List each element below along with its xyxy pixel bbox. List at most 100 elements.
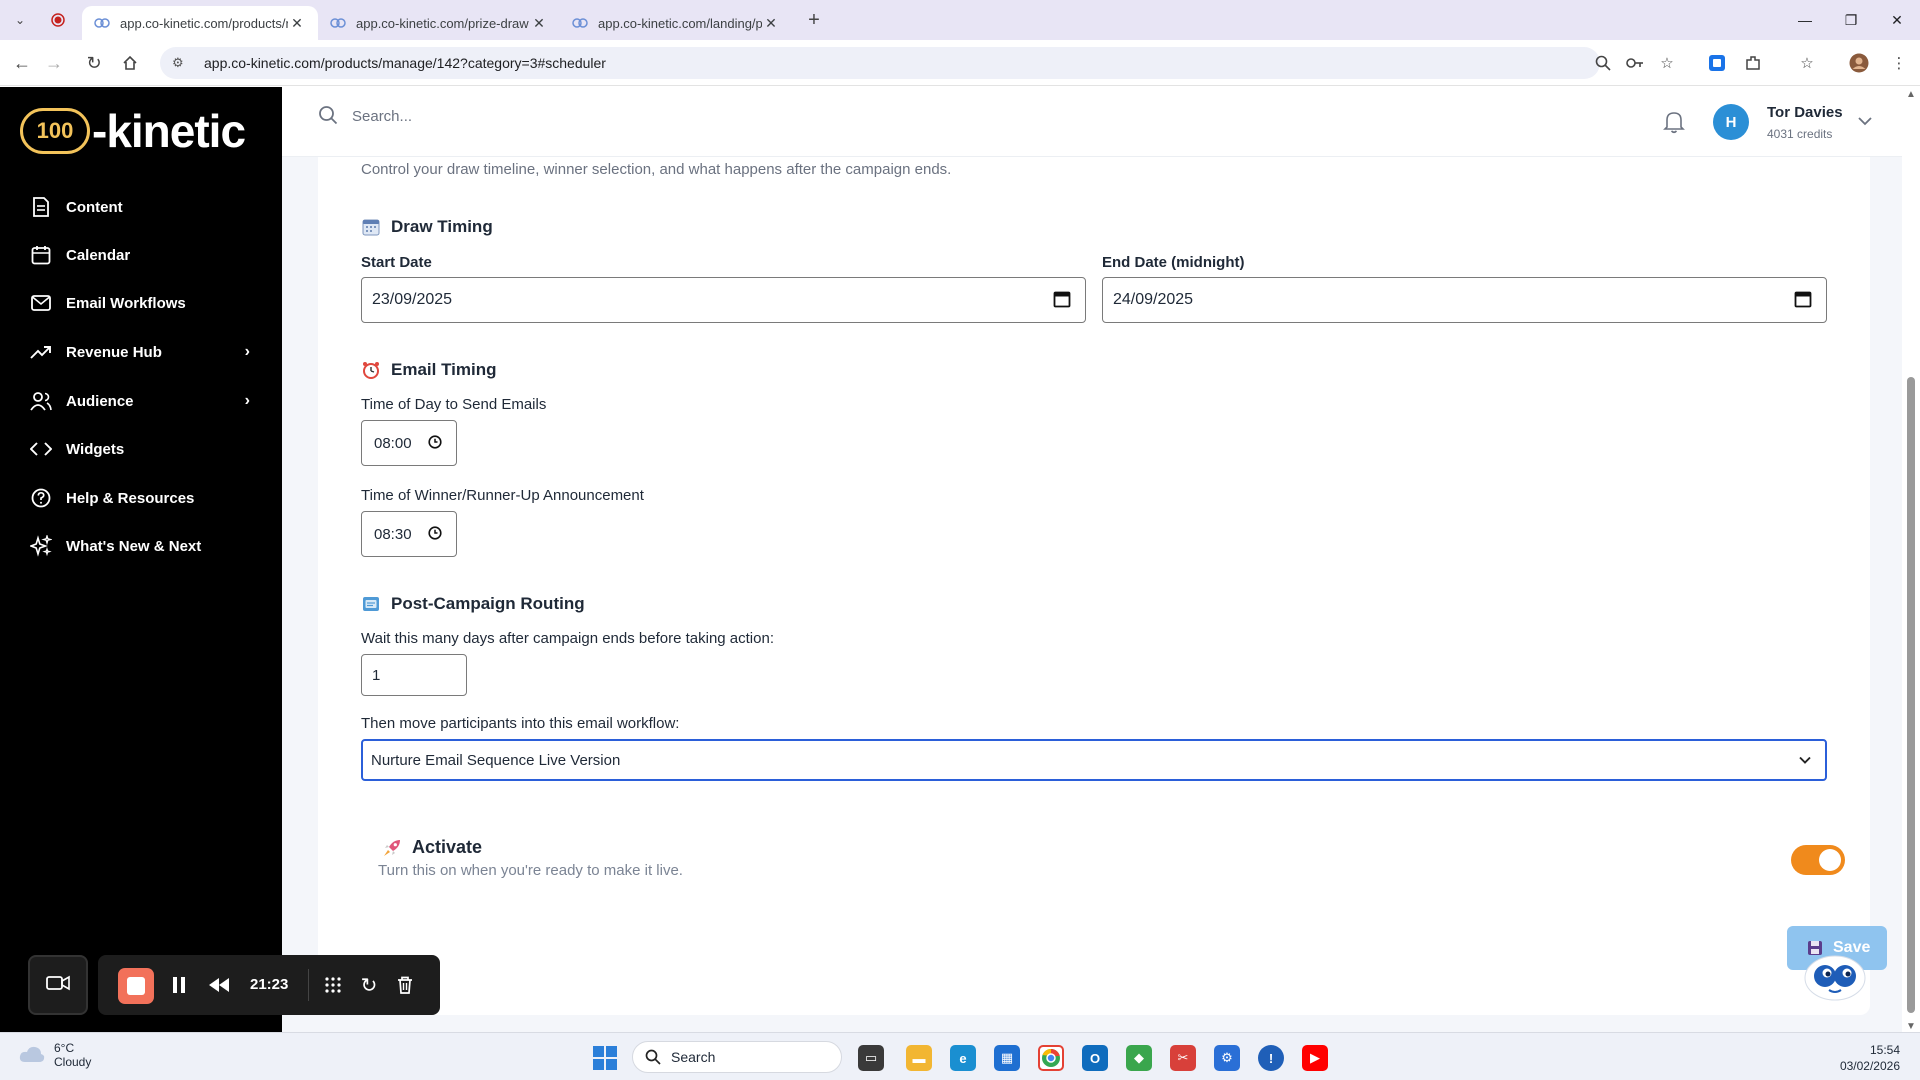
bookmark-star-icon[interactable]: ☆ <box>1656 52 1678 74</box>
scroll-thumb[interactable] <box>1907 377 1915 1013</box>
sidebar-item-widgets[interactable]: Widgets <box>30 433 250 465</box>
announcement-time-label: Time of Winner/Runner-Up Announcement <box>361 487 644 504</box>
scheduler-card: Control your draw timeline, winner selec… <box>318 157 1887 1015</box>
scheduler-intro: Control your draw timeline, winner selec… <box>361 161 952 178</box>
chrome-browser-icon[interactable] <box>1038 1045 1064 1071</box>
browser-tab-prize-draw[interactable]: app.co-kinetic.com/prize-draw ✕ <box>318 6 560 40</box>
search-input[interactable]: Search... <box>352 108 412 125</box>
rewind-icon[interactable] <box>206 972 232 998</box>
sidebar-item-calendar[interactable]: Calendar <box>30 239 250 271</box>
chat-app-icon[interactable]: ◆ <box>1126 1045 1152 1071</box>
close-tab-icon[interactable]: ✕ <box>530 15 548 32</box>
task-view-icon[interactable]: ▭ <box>858 1045 884 1071</box>
extensions-puzzle-icon[interactable] <box>1742 52 1764 74</box>
site-info-icon[interactable]: ⚙ <box>172 55 190 71</box>
clock-icon[interactable] <box>428 435 444 451</box>
end-date-value: 24/09/2025 <box>1113 291 1194 308</box>
start-date-label: Start Date <box>361 254 432 271</box>
cokinetic-favicon-icon <box>330 15 346 31</box>
clock-date: 03/02/2026 <box>1839 1059 1900 1073</box>
weather-widget[interactable]: 6°C Cloudy <box>18 1041 91 1069</box>
clock-icon[interactable] <box>428 526 444 542</box>
logo[interactable]: 100 -kinetic <box>20 105 246 157</box>
announcement-time-input[interactable]: 08:30 <box>361 511 457 557</box>
chevron-down-icon[interactable] <box>1856 112 1874 130</box>
scroll-up-arrow-icon[interactable]: ▲ <box>1906 89 1916 100</box>
taskbar-search[interactable]: Search <box>632 1041 842 1073</box>
workflow-select[interactable]: Nurture Email Sequence Live Version <box>361 739 1827 781</box>
outlook-icon[interactable]: O <box>1082 1045 1108 1071</box>
microsoft-store-icon[interactable]: ▦ <box>994 1045 1020 1071</box>
close-window-icon[interactable]: ✕ <box>1874 8 1920 32</box>
grid-dots-icon[interactable] <box>320 972 346 998</box>
settings-app-icon[interactable]: ⚙ <box>1214 1045 1240 1071</box>
page-scrollbar[interactable]: ▲ ▼ <box>1902 87 1920 1032</box>
forward-icon[interactable]: → <box>40 49 68 77</box>
back-icon[interactable]: ← <box>8 49 36 77</box>
tab-search-chevron-icon[interactable]: ⌄ <box>6 6 34 34</box>
extension-app-icon[interactable] <box>1706 52 1728 74</box>
youtube-icon[interactable]: ▶ <box>1302 1045 1328 1071</box>
password-key-icon[interactable] <box>1624 52 1646 74</box>
browser-tab-bar: ⌄ app.co-kinetic.com/products/m ✕ app.co… <box>0 0 1920 40</box>
activate-heading: Activate <box>382 837 482 858</box>
scroll-down-arrow-icon[interactable]: ▼ <box>1906 1021 1916 1032</box>
close-tab-icon[interactable]: ✕ <box>762 15 780 32</box>
sidebar: 100 -kinetic Content Calendar Email Work… <box>0 87 282 1032</box>
edge-browser-icon[interactable]: e <box>950 1045 976 1071</box>
stop-recording-button[interactable] <box>118 968 154 1004</box>
avatar[interactable]: H <box>1713 104 1749 140</box>
calendar-picker-icon[interactable] <box>1794 290 1814 310</box>
sidebar-item-label: Email Workflows <box>66 294 186 312</box>
search-box[interactable]: Search... <box>318 105 412 127</box>
reload-icon[interactable]: ↻ <box>80 49 108 77</box>
activate-toggle[interactable] <box>1791 845 1845 875</box>
windows-start-icon[interactable] <box>593 1046 617 1070</box>
send-time-input[interactable]: 08:00 <box>361 420 457 466</box>
clock-time: 15:54 <box>1869 1043 1900 1057</box>
sidebar-item-audience[interactable]: Audience › <box>30 385 250 417</box>
profile-avatar-icon[interactable] <box>1848 52 1870 74</box>
snipping-tool-icon[interactable]: ✂ <box>1170 1045 1196 1071</box>
password-manager-icon[interactable]: ! <box>1258 1045 1284 1071</box>
restart-icon[interactable]: ↻ <box>356 972 382 998</box>
browser-tab-products[interactable]: app.co-kinetic.com/products/m ✕ <box>82 6 318 40</box>
file-explorer-icon[interactable]: ▬ <box>906 1045 932 1071</box>
sidebar-item-email-workflows[interactable]: Email Workflows <box>30 287 250 319</box>
send-time-label: Time of Day to Send Emails <box>361 396 547 413</box>
section-title-text: Post-Campaign Routing <box>391 594 585 613</box>
sparkle-icon <box>30 535 52 557</box>
minimize-icon[interactable]: — <box>1782 8 1828 32</box>
sidebar-item-help-resources[interactable]: Help & Resources <box>30 482 250 514</box>
search-icon <box>318 105 340 127</box>
chat-assistant-icon[interactable] <box>1803 952 1867 1002</box>
restore-icon[interactable]: ❐ <box>1828 8 1874 32</box>
pause-icon[interactable] <box>166 972 192 998</box>
app-header: Search... H Tor Davies 4031 credits <box>282 87 1902 157</box>
start-date-input[interactable]: 23/09/2025 <box>361 277 1086 323</box>
wait-days-input[interactable]: 1 <box>361 654 467 696</box>
bookmarks-icon[interactable]: ☆ <box>1796 52 1818 74</box>
wait-days-label: Wait this many days after campaign ends … <box>361 630 774 647</box>
close-tab-icon[interactable]: ✕ <box>288 15 306 32</box>
notification-bell-icon[interactable] <box>1663 110 1687 134</box>
system-clock[interactable]: 15:54 03/02/2026 <box>1840 1042 1900 1074</box>
camera-toggle-button[interactable] <box>28 955 88 1015</box>
sidebar-item-label: Audience <box>66 392 134 410</box>
screen-recorder-controls: 21:23 ↻ <box>98 955 440 1015</box>
zoom-icon[interactable] <box>1592 52 1614 74</box>
sidebar-item-whats-new[interactable]: What's New & Next <box>30 530 250 562</box>
browser-menu-icon[interactable]: ⋮ <box>1888 52 1910 74</box>
code-icon <box>30 438 52 460</box>
windows-taskbar: 6°C Cloudy Search ▭ ▬ e ▦ O ◆ ✂ ⚙ ! ▶ 15… <box>0 1032 1920 1080</box>
end-date-input[interactable]: 24/09/2025 <box>1102 277 1827 323</box>
address-bar[interactable]: ⚙ app.co-kinetic.com/products/manage/142… <box>160 47 1600 79</box>
sidebar-item-revenue-hub[interactable]: Revenue Hub › <box>30 336 250 368</box>
new-tab-icon[interactable]: + <box>800 6 828 34</box>
trash-icon[interactable] <box>392 972 418 998</box>
browser-tab-landing[interactable]: app.co-kinetic.com/landing/pr ✕ <box>560 6 792 40</box>
user-name[interactable]: Tor Davies <box>1767 104 1843 121</box>
calendar-picker-icon[interactable] <box>1053 290 1073 310</box>
home-icon[interactable] <box>116 49 144 77</box>
sidebar-item-content[interactable]: Content <box>30 191 250 223</box>
